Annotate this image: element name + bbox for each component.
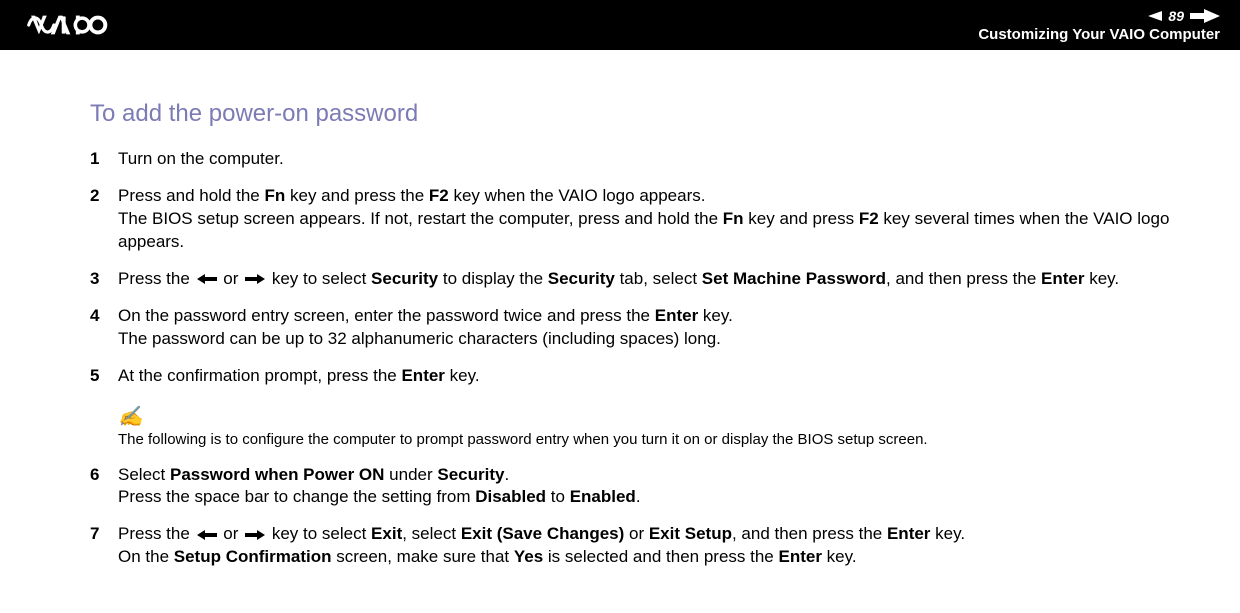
step-row: 1Turn on the computer. — [90, 148, 1180, 171]
step-row: 6Select Password when Power ON under Sec… — [90, 464, 1180, 510]
header-bar: 89 Customizing Your VAIO Computer — [0, 0, 1240, 50]
nav-prev-icon[interactable] — [1146, 9, 1162, 23]
page-number: 89 — [1168, 8, 1184, 24]
step-number: 4 — [90, 305, 118, 351]
step-number: 3 — [90, 268, 118, 291]
right-arrow-icon — [245, 274, 265, 284]
section-title: Customizing Your VAIO Computer — [978, 26, 1220, 43]
left-arrow-icon — [197, 530, 217, 540]
step-body: Press the or key to select Security to d… — [118, 268, 1180, 291]
step-body: Turn on the computer. — [118, 148, 1180, 171]
step-number: 7 — [90, 523, 118, 569]
step-row: 4On the password entry screen, enter the… — [90, 305, 1180, 351]
step-row: 7Press the or key to select Exit, select… — [90, 523, 1180, 569]
step-row: 5At the confirmation prompt, press the E… — [90, 365, 1180, 388]
step-row: 2Press and hold the Fn key and press the… — [90, 185, 1180, 254]
right-arrow-icon — [245, 530, 265, 540]
step-number: 5 — [90, 365, 118, 388]
step-body: Press and hold the Fn key and press the … — [118, 185, 1180, 254]
step-row: 3Press the or key to select Security to … — [90, 268, 1180, 291]
note-text: The following is to configure the comput… — [118, 431, 1180, 448]
step-body: On the password entry screen, enter the … — [118, 305, 1180, 351]
left-arrow-icon — [197, 274, 217, 284]
step-number: 1 — [90, 148, 118, 171]
nav-next-icon[interactable] — [1190, 9, 1220, 23]
header-right: 89 Customizing Your VAIO Computer — [978, 8, 1220, 43]
note-block: ✍ The following is to configure the comp… — [118, 404, 1180, 448]
step-number: 6 — [90, 464, 118, 510]
step-body: At the confirmation prompt, press the En… — [118, 365, 1180, 388]
step-body: Select Password when Power ON under Secu… — [118, 464, 1180, 510]
vaio-logo — [20, 14, 160, 36]
note-icon: ✍ — [118, 404, 1180, 429]
page-heading: To add the power-on password — [90, 100, 1180, 128]
step-body: Press the or key to select Exit, select … — [118, 523, 1180, 569]
step-number: 2 — [90, 185, 118, 254]
page-content: To add the power-on password 1Turn on th… — [0, 50, 1240, 613]
